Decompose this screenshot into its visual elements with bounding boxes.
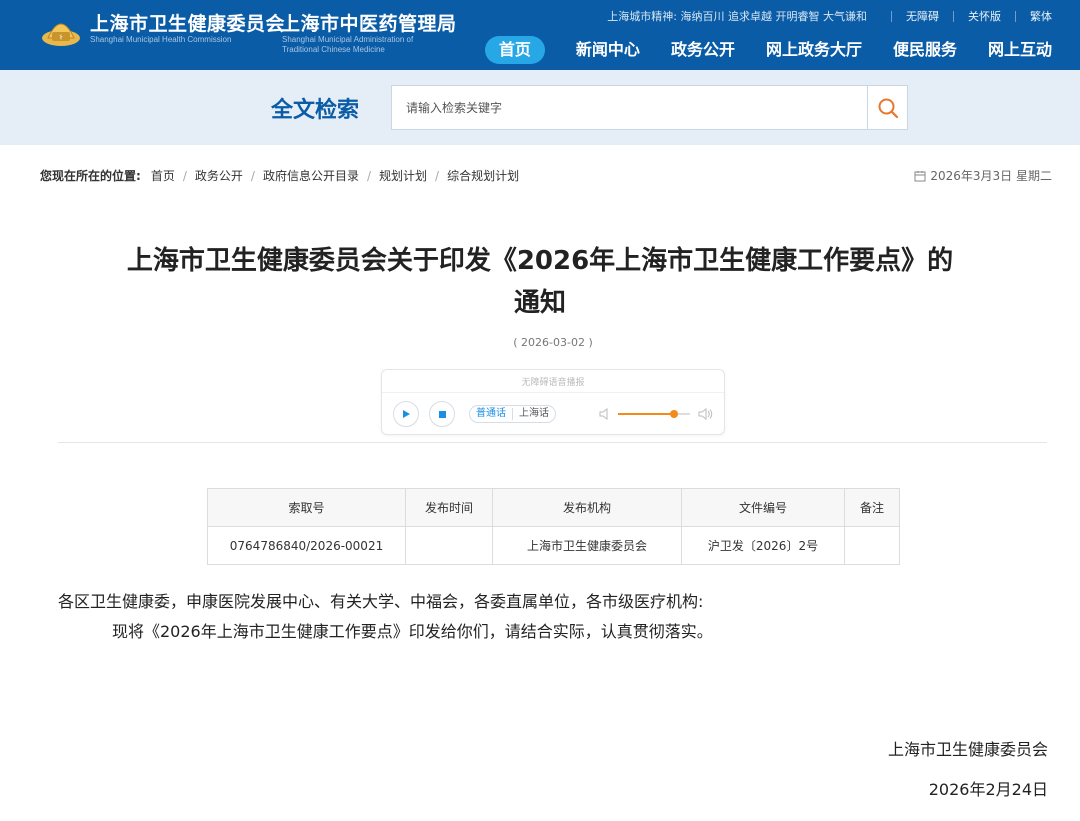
top-links: 上海城市精神: 海纳百川 追求卓越 开明睿智 大气谦和 无障碍 关怀版 繁体	[607, 8, 1052, 24]
stop-icon	[438, 410, 446, 418]
current-date: 2026年3月3日 星期二	[914, 167, 1052, 184]
article-title: 上海市卫生健康委员会关于印发《2026年上海市卫生健康工作要点》的通知	[126, 246, 954, 318]
table-header: 索取号	[207, 488, 406, 527]
table-cell-publish-time	[405, 526, 493, 565]
nav-news-center[interactable]: 新闻中心	[576, 36, 640, 64]
divider	[382, 392, 724, 393]
player-label: 无障碍语音播报	[521, 378, 585, 388]
breadcrumb-government-affairs[interactable]: 政务公开	[195, 167, 243, 184]
volume-high-icon	[698, 408, 713, 420]
play-icon	[403, 410, 410, 418]
search-button[interactable]	[867, 85, 908, 130]
breadcrumb: 您现在所在的位置: 首页 / 政务公开 / 政府信息公开目录 / 规划计划 / …	[40, 167, 519, 184]
table-header: 发布时间	[405, 488, 493, 527]
breadcrumb-separator: /	[366, 168, 371, 183]
breadcrumb-planning[interactable]: 规划计划	[379, 167, 427, 184]
org-en-health-commission: Shanghai Municipal Health Commission	[90, 35, 232, 44]
language-shanghainese[interactable]: 上海话	[513, 406, 555, 422]
divider	[891, 10, 892, 22]
breadcrumb-separator: /	[182, 168, 187, 183]
divider	[1015, 10, 1016, 22]
volume-fill	[618, 413, 675, 415]
table-header: 备注	[844, 488, 900, 527]
table-cell-publisher: 上海市卫生健康委员会	[492, 526, 682, 565]
article-signature: 上海市卫生健康委员会 2026年2月24日	[888, 738, 1048, 802]
nav-government-affairs[interactable]: 政务公开	[671, 36, 735, 64]
divider	[953, 10, 954, 22]
org-name-health-commission: 上海市卫生健康委员会	[90, 13, 286, 35]
volume-slider[interactable]	[618, 410, 690, 418]
audio-player: 无障碍语音播报 普通话 上海话	[381, 369, 725, 435]
search-input[interactable]	[391, 85, 868, 130]
breadcrumb-separator: /	[435, 168, 440, 183]
site-header: ⚕ 上海市卫生健康委员会 Shanghai Municipal Health C…	[0, 0, 1080, 70]
city-slogan: 上海城市精神: 海纳百川 追求卓越 开明睿智 大气谦和	[607, 10, 867, 23]
nav-online-service-hall[interactable]: 网上政务大厅	[766, 36, 862, 64]
table-header: 文件编号	[681, 488, 845, 527]
signature-date: 2026年2月24日	[928, 780, 1048, 799]
search-band: 全文检索	[0, 70, 1080, 145]
nav-home[interactable]: 首页	[484, 36, 545, 64]
play-button[interactable]	[393, 401, 419, 427]
svg-text:⚕: ⚕	[59, 34, 63, 42]
language-toggle: 普通话 上海话	[469, 405, 556, 423]
table-header-row: 索取号 发布时间 发布机构 文件编号 备注	[207, 488, 900, 527]
table-cell-remarks	[844, 526, 900, 565]
divider	[58, 442, 1047, 443]
table-header: 发布机构	[492, 488, 682, 527]
breadcrumb-comprehensive-planning[interactable]: 综合规划计划	[447, 167, 519, 184]
article-addressees: 各区卫生健康委，申康医院发展中心、有关大学、中福会，各委直属单位，各市级医疗机构…	[58, 592, 704, 611]
site-logo[interactable]: ⚕	[40, 8, 82, 48]
document-meta-table: 索取号 发布时间 发布机构 文件编号 备注 0764786840/2026-00…	[207, 488, 900, 565]
table-row: 0764786840/2026-00021 上海市卫生健康委员会 沪卫发〔202…	[207, 526, 900, 565]
nav-public-services[interactable]: 便民服务	[893, 36, 957, 64]
volume-low-icon	[599, 408, 608, 420]
traditional-chinese-link[interactable]: 繁体	[1030, 8, 1052, 24]
breadcrumb-home[interactable]: 首页	[151, 167, 175, 184]
search-icon	[878, 98, 898, 118]
signature-organization: 上海市卫生健康委员会	[887, 740, 1048, 759]
main-nav: 首页 新闻中心 政务公开 网上政务大厅 便民服务 网上互动	[484, 36, 1052, 64]
accessibility-link[interactable]: 无障碍	[906, 8, 939, 24]
table-cell-document-number: 沪卫发〔2026〕2号	[681, 526, 845, 565]
table-cell-index-number: 0764786840/2026-00021	[207, 526, 406, 565]
stop-button[interactable]	[429, 401, 455, 427]
breadcrumb-prefix: 您现在所在的位置:	[40, 169, 141, 183]
language-mandarin[interactable]: 普通话	[470, 406, 512, 422]
calendar-icon	[914, 170, 926, 181]
org-en-tcm-administration: Shanghai Municipal Administration of Tra…	[282, 35, 414, 54]
nav-online-interaction[interactable]: 网上互动	[988, 36, 1052, 64]
article-publish-date: ( 2026-03-02 )	[513, 336, 593, 349]
care-mode-link[interactable]: 关怀版	[968, 8, 1001, 24]
breadcrumb-info-catalog[interactable]: 政府信息公开目录	[263, 167, 359, 184]
breadcrumb-separator: /	[250, 168, 255, 183]
current-date-text: 2026年3月3日 星期二	[930, 169, 1052, 183]
article-body: 各区卫生健康委，申康医院发展中心、有关大学、中福会，各委直属单位，各市级医疗机构…	[58, 587, 1048, 647]
org-name-tcm-administration: 上海市中医药管理局	[281, 13, 457, 35]
volume-handle[interactable]	[670, 410, 679, 418]
article-paragraph: 现将《2026年上海市卫生健康工作要点》印发给你们，请结合实际，认真贯彻落实。	[112, 622, 713, 641]
search-label: 全文检索	[271, 98, 360, 123]
